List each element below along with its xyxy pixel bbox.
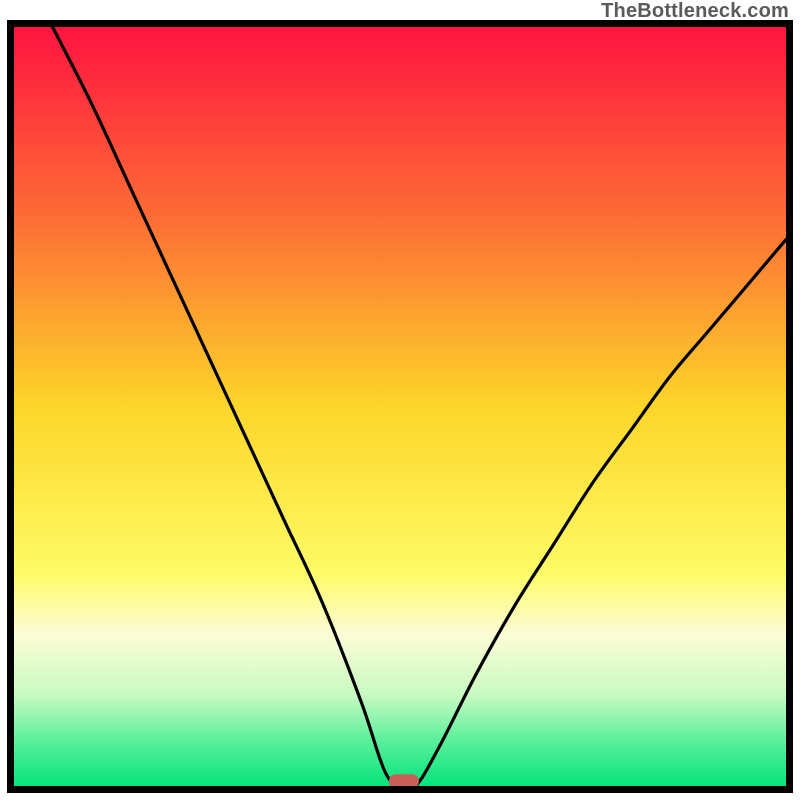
bottleneck-chart (14, 27, 786, 786)
optimal-marker (389, 774, 419, 786)
gradient-background (14, 27, 786, 786)
chart-frame (7, 20, 793, 793)
